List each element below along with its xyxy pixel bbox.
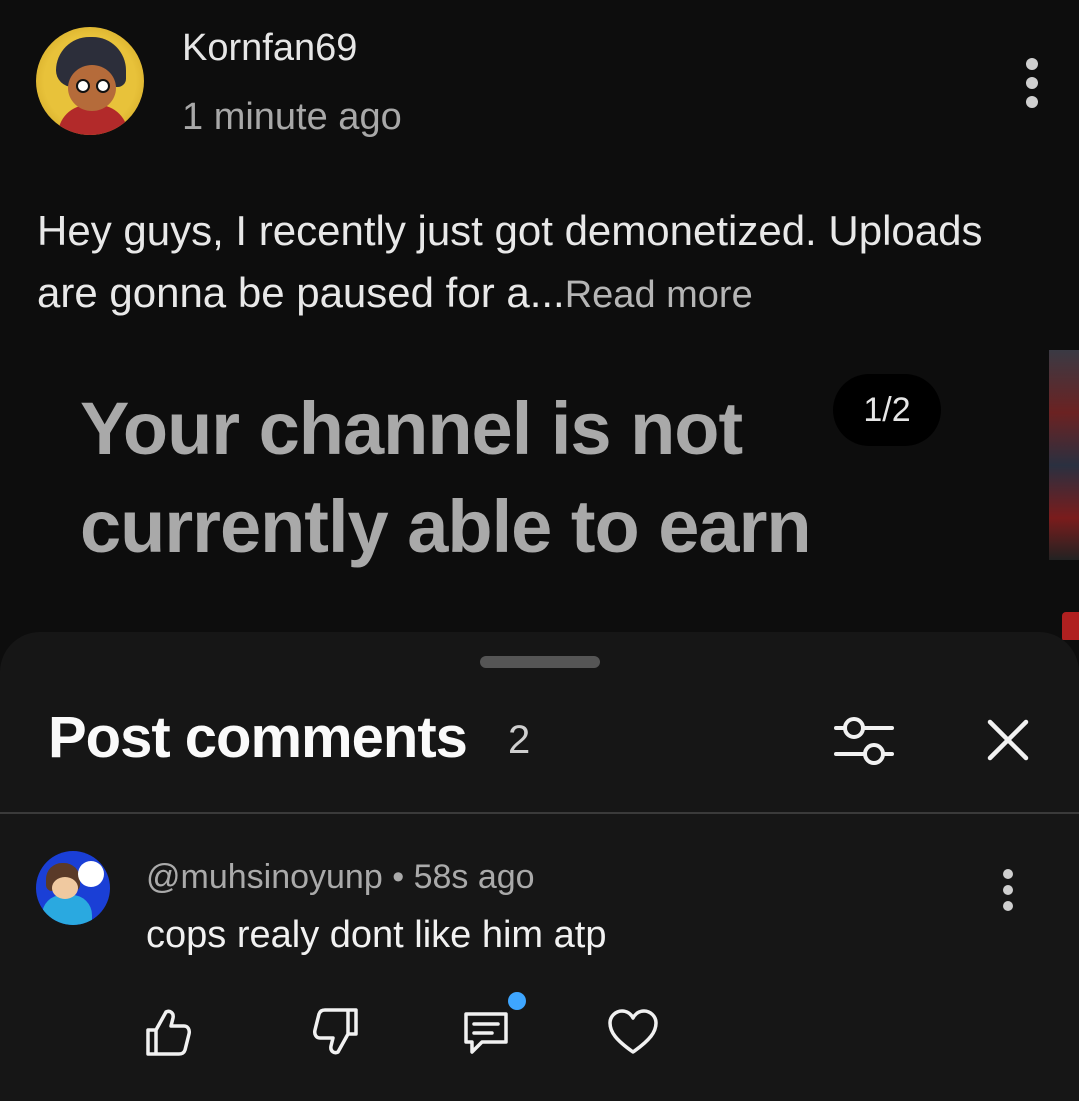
post-timestamp: 1 minute ago [182,96,402,138]
drag-handle[interactable] [480,656,600,668]
like-button[interactable] [144,1006,192,1062]
comment-text: cops realy dont like him atp [146,914,607,956]
close-icon [987,719,1029,761]
commenter-handle[interactable]: @muhsinoyunp [146,858,383,896]
commenter-avatar[interactable] [36,851,110,925]
comment-timestamp: 58s ago [413,858,535,896]
comments-sheet: Post comments 2 @muhsinoyunp • 58s ago c… [0,632,1079,1101]
comment-more-icon[interactable] [998,869,1018,911]
read-more-link[interactable]: Read more [565,274,753,316]
post-more-icon[interactable] [1022,58,1042,108]
next-image-peek-lower [1062,612,1079,640]
image-counter: 1/2 [833,374,941,446]
sheet-title: Post comments [48,705,468,770]
comment-meta: @muhsinoyunp • 58s ago [146,858,535,897]
post-text: Hey guys, I recently just got demonetize… [37,200,1047,326]
post-body: Hey guys, I recently just got demonetize… [37,207,983,316]
comment-count: 2 [508,718,531,762]
post-image-text: Your channel is not currently able to ea… [80,387,812,568]
reply-button[interactable] [460,1006,512,1062]
community-post: Kornfan69 1 minute ago Hey guys, I recen… [0,0,1079,640]
next-image-peek[interactable] [1049,350,1079,560]
heart-icon [608,1009,658,1054]
close-button[interactable] [984,716,1032,764]
post-image-carousel[interactable]: Your channel is not currently able to ea… [37,350,1079,640]
thumbs-up-icon [146,1009,191,1056]
heart-button[interactable] [606,1006,660,1062]
sheet-divider [0,812,1079,814]
author-name[interactable]: Kornfan69 [182,27,357,70]
new-reply-dot [508,992,526,1010]
author-avatar[interactable] [36,27,144,135]
dislike-button[interactable] [312,1006,360,1062]
thumbs-down-icon [313,1008,358,1055]
comment-icon [464,1012,508,1054]
sliders-icon [834,717,894,765]
meta-separator: • [392,858,405,896]
sort-filter-button[interactable] [832,714,896,768]
